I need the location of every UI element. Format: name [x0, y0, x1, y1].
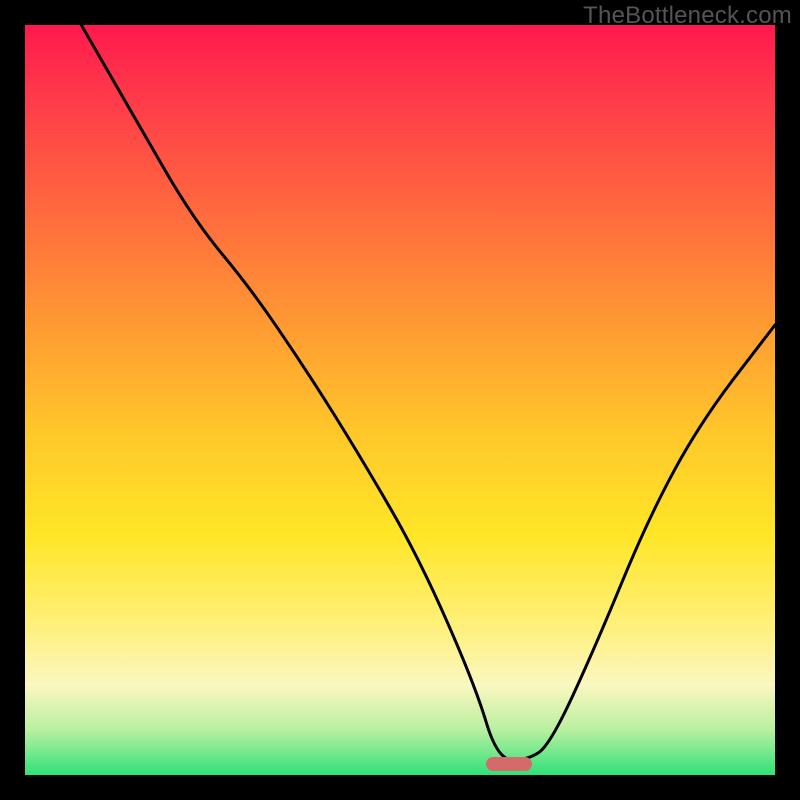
optimum-marker: [486, 757, 532, 771]
bottleneck-curve: [25, 25, 775, 775]
chart-frame: TheBottleneck.com: [0, 0, 800, 800]
